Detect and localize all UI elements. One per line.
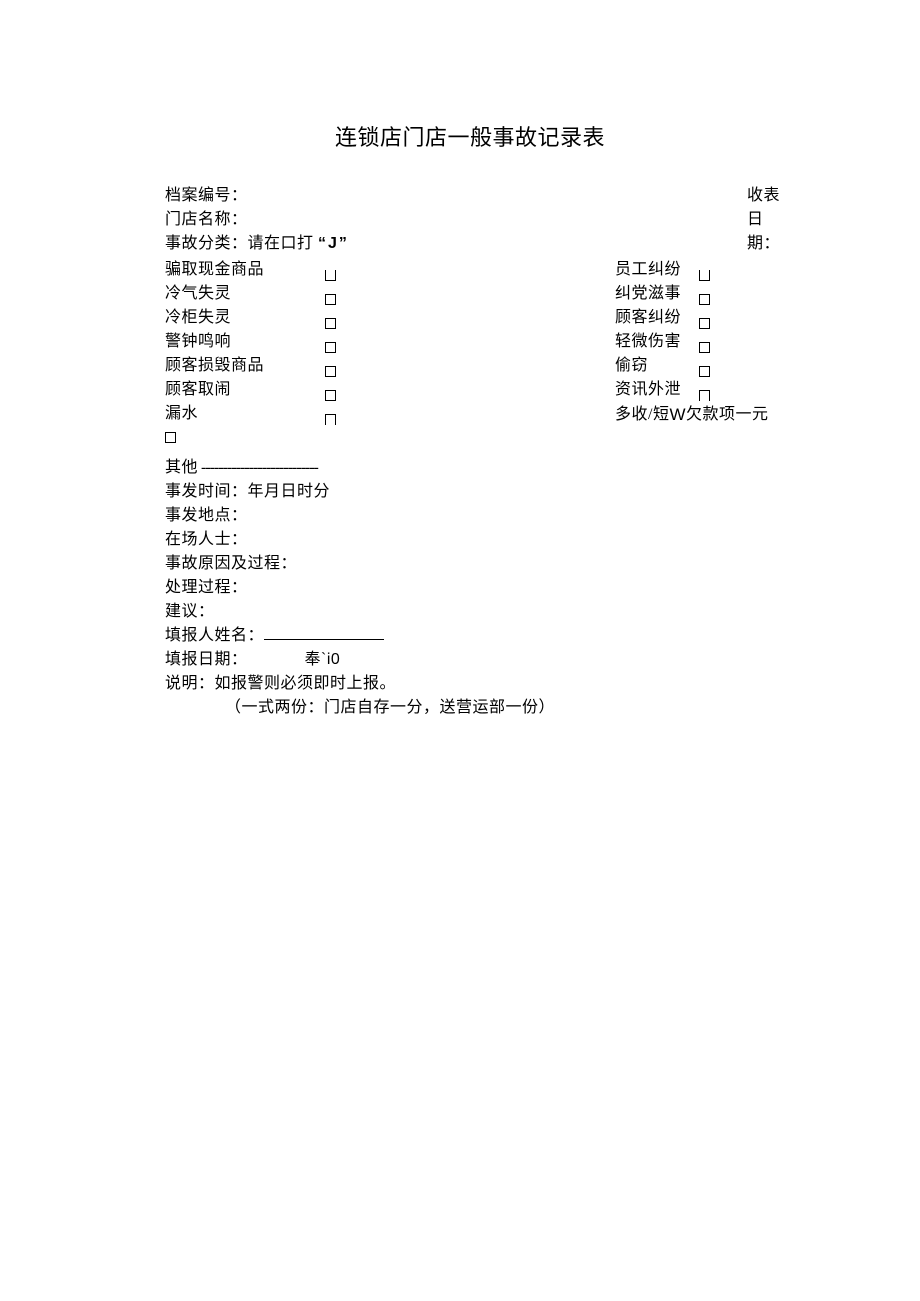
other-dashes: --------------------------- (198, 459, 318, 476)
checkbox-icon[interactable] (699, 318, 710, 329)
checkbox-icon[interactable] (699, 270, 710, 281)
checkbox-icon[interactable] (699, 366, 710, 377)
incident-time-label: 事发时间：年月日时分 (165, 480, 755, 504)
checkmark-sample: “J” (318, 235, 349, 252)
handling-process-label: 处理过程： (165, 576, 755, 600)
category-grid: 骗取现金商品 员工纠纷 冷气失灵 纠党滋事 冷柜失灵 顾客纠纷 警钟鸣响 轻微伤… (165, 258, 755, 426)
note-line2: （一式两份：门店自存一分，送营运部一份） (165, 696, 755, 720)
page-title: 连锁店门店一般事故记录表 (185, 120, 755, 152)
checkbox-icon[interactable] (699, 294, 710, 305)
cat-left-3: 警钟鸣响 (165, 330, 325, 354)
report-date-label: 填报日期： (165, 651, 248, 668)
cat-right-4: 偷窃 (615, 354, 685, 378)
checkbox-icon[interactable] (325, 294, 336, 305)
cat-left-6: 漏水 (165, 402, 325, 426)
checkbox-icon[interactable] (325, 366, 336, 377)
category-instruction: 事故分类：请在口打 (165, 235, 314, 252)
right-long-suffix: 款项一元 (703, 406, 769, 423)
reporter-name-field[interactable] (264, 626, 384, 640)
right-long-prefix: 多收/短 (615, 406, 669, 423)
present-persons-label: 在场人士： (165, 528, 755, 552)
cat-left-2: 冷柜失灵 (165, 306, 325, 330)
receive-date-label: 收表日期： (747, 184, 780, 256)
cat-right-1: 纠党滋事 (615, 282, 685, 306)
cat-left-4: 顾客损毁商品 (165, 354, 325, 378)
note-line1: 说明：如报警则必须即时上报。 (165, 672, 755, 696)
cat-left-5: 顾客取闹 (165, 378, 325, 402)
store-name-label: 门店名称： (165, 208, 755, 232)
cat-left-1: 冷气失灵 (165, 282, 325, 306)
cat-right-long: 多收/短W欠款项一元 (615, 402, 769, 427)
report-date-garbled: 奉`i0 (305, 651, 341, 668)
cause-process-label: 事故原因及过程： (165, 552, 755, 576)
right-long-mid1: W (669, 403, 686, 427)
checkbox-icon[interactable] (165, 432, 176, 443)
cat-right-0: 员工纠纷 (615, 258, 685, 282)
cat-right-2: 顾客纠纷 (615, 306, 685, 330)
incident-location-label: 事发地点： (165, 504, 755, 528)
other-label: 其他 (165, 459, 198, 476)
checkbox-icon[interactable] (325, 318, 336, 329)
suggestion-label: 建议： (165, 600, 755, 624)
checkbox-icon[interactable] (325, 414, 336, 425)
cat-right-3: 轻微伤害 (615, 330, 685, 354)
file-no-label: 档案编号： (165, 187, 248, 204)
cat-left-0: 骗取现金商品 (165, 258, 325, 282)
checkbox-icon[interactable] (699, 342, 710, 353)
checkbox-icon[interactable] (699, 390, 710, 401)
cat-right-5: 资讯外泄 (615, 378, 685, 402)
checkbox-icon[interactable] (325, 270, 336, 281)
checkbox-icon[interactable] (325, 342, 336, 353)
reporter-name-label: 填报人姓名： (165, 627, 264, 644)
right-long-mid2: 欠 (686, 406, 703, 423)
checkbox-icon[interactable] (325, 390, 336, 401)
